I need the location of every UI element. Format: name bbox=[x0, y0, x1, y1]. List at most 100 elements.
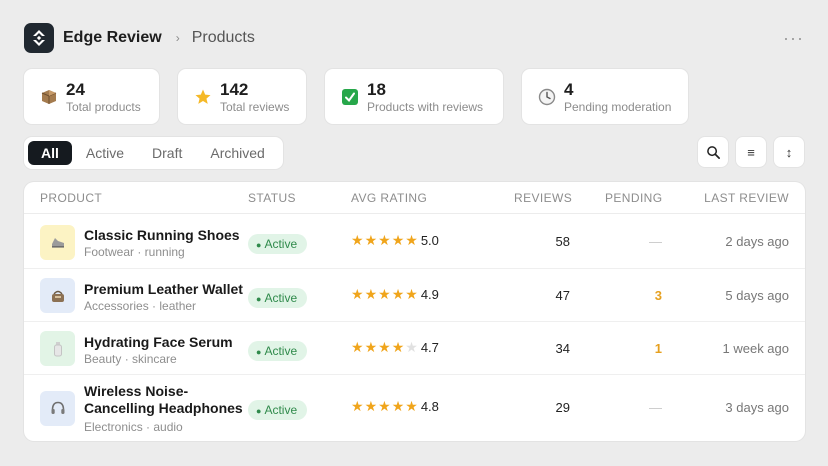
column-header-last-review[interactable]: LAST REVIEW bbox=[704, 191, 789, 205]
pending-count[interactable]: 3 bbox=[655, 288, 662, 303]
star-icon: ★ bbox=[351, 232, 365, 248]
stat-card-total-reviews: 142 Total reviews bbox=[178, 69, 306, 124]
status-label: Active bbox=[264, 290, 298, 305]
stat-label: Total reviews bbox=[220, 99, 290, 114]
table-header: PRODUCT STATUS AVG RATING REVIEWS PENDIN… bbox=[24, 182, 805, 214]
star-icon bbox=[193, 87, 213, 107]
app-name[interactable]: Edge Review bbox=[63, 29, 162, 47]
status-dot-icon: ● bbox=[256, 240, 262, 250]
headphones-icon bbox=[40, 390, 75, 426]
status-badge: ● Active bbox=[248, 400, 308, 420]
sort-icon: ↕ bbox=[785, 144, 793, 160]
star-icon: ★ bbox=[378, 232, 392, 248]
column-header-status[interactable]: STATUS bbox=[248, 191, 296, 205]
avg-rating-value: 4.9 bbox=[420, 286, 439, 302]
pending-count[interactable]: 1 bbox=[655, 341, 662, 356]
wallet-icon bbox=[40, 278, 75, 313]
app-logo-icon[interactable] bbox=[24, 23, 54, 53]
status-label: Active bbox=[264, 403, 298, 417]
bottle-icon bbox=[40, 331, 75, 366]
star-rating: ★★★★★ 4.8 bbox=[351, 398, 439, 415]
star-icon: ★ bbox=[364, 398, 379, 414]
star-icon: ★ bbox=[391, 285, 406, 302]
pending-count: — bbox=[649, 400, 662, 415]
product-name[interactable]: Classic Running Shoes bbox=[84, 227, 254, 244]
avg-rating-value: 5.0 bbox=[420, 233, 439, 248]
avg-rating-value: 4.8 bbox=[420, 399, 439, 414]
column-header-reviews[interactable]: REVIEWS bbox=[514, 191, 572, 205]
products-table: PRODUCT STATUS AVG RATING REVIEWS PENDIN… bbox=[24, 182, 805, 441]
star-icon: ★ bbox=[364, 285, 379, 302]
filter-tab-active[interactable]: Active bbox=[72, 141, 138, 165]
sort-button[interactable]: ↕ bbox=[774, 137, 804, 167]
product-name[interactable]: Premium Leather Wallet bbox=[84, 281, 254, 298]
stat-value: 24 bbox=[66, 79, 85, 99]
last-review-time: 2 days ago bbox=[725, 234, 789, 249]
status-dot-icon: ● bbox=[256, 406, 262, 416]
review-count: 47 bbox=[555, 287, 570, 303]
star-icon: ★ bbox=[364, 232, 379, 248]
filter-lines-icon: ≡ bbox=[747, 144, 755, 160]
app-root: Edge Review › Products ··· 24 Total prod… bbox=[0, 0, 828, 466]
status-badge: ● Active bbox=[248, 234, 308, 254]
product-category: Electronics · audio bbox=[84, 420, 183, 434]
status-label: Active bbox=[264, 343, 298, 358]
status-dot-icon: ● bbox=[256, 346, 262, 357]
star-icon: ★ bbox=[405, 232, 419, 248]
filter-tab-all[interactable]: All bbox=[28, 141, 72, 165]
star-icon: ★ bbox=[405, 338, 419, 355]
toolbar: ≡ ↕ bbox=[698, 137, 804, 167]
avg-rating-value: 4.7 bbox=[420, 339, 439, 355]
stat-label: Products with reviews bbox=[367, 99, 484, 114]
table-row[interactable]: Wireless Noise-Cancelling Headphones Elec… bbox=[24, 375, 805, 441]
box-icon bbox=[39, 87, 59, 107]
filter-tab-archived[interactable]: Archived bbox=[196, 141, 278, 165]
stat-card-total-products: 24 Total products bbox=[24, 69, 159, 124]
table-row[interactable]: Classic Running Shoes Footwear · running ●… bbox=[24, 215, 805, 269]
product-name[interactable]: Wireless Noise-Cancelling Headphones bbox=[84, 383, 254, 417]
search-icon bbox=[706, 145, 720, 159]
column-header-avg-rating[interactable]: AVG RATING bbox=[351, 191, 427, 205]
table-row[interactable]: Hydrating Face Serum Beauty · skincare ● Ac… bbox=[24, 322, 805, 375]
clock-icon bbox=[537, 87, 557, 107]
table-row[interactable]: Premium Leather Wallet Accessories · leat… bbox=[24, 269, 805, 322]
star-icon: ★ bbox=[351, 285, 365, 302]
product-category: Footwear · running bbox=[84, 245, 185, 259]
star-rating: ★★★★★ 4.7 bbox=[351, 339, 439, 356]
last-review-time: 5 days ago bbox=[725, 287, 789, 303]
pending-count: — bbox=[649, 234, 662, 249]
stat-value: 4 bbox=[564, 79, 574, 99]
star-icon: ★ bbox=[391, 398, 406, 414]
product-name[interactable]: Hydrating Face Serum bbox=[84, 334, 254, 351]
header: Edge Review › Products ··· bbox=[24, 22, 804, 54]
search-button[interactable] bbox=[698, 137, 728, 167]
filter-tab-draft[interactable]: Draft bbox=[138, 141, 196, 165]
shoe-icon bbox=[40, 224, 75, 260]
star-icon: ★ bbox=[364, 338, 379, 355]
stat-value: 142 bbox=[220, 79, 249, 99]
filter-button[interactable]: ≡ bbox=[736, 137, 766, 167]
status-filter-tabs: All Active Draft Archived bbox=[24, 137, 283, 169]
column-header-pending[interactable]: PENDING bbox=[605, 191, 662, 205]
check-icon bbox=[340, 87, 360, 107]
breadcrumb-separator: › bbox=[175, 31, 180, 45]
status-dot-icon: ● bbox=[256, 293, 262, 304]
star-icon: ★ bbox=[378, 338, 392, 355]
more-options-icon[interactable]: ··· bbox=[783, 29, 804, 47]
star-icon: ★ bbox=[391, 232, 406, 248]
star-icon: ★ bbox=[405, 285, 419, 302]
stat-label: Total products bbox=[66, 99, 141, 114]
star-icon: ★ bbox=[405, 398, 419, 414]
stat-value: 18 bbox=[367, 79, 386, 99]
last-review-time: 1 week ago bbox=[722, 340, 790, 356]
review-count: 58 bbox=[555, 234, 570, 249]
status-badge: ● Active bbox=[248, 287, 308, 308]
column-header-product[interactable]: PRODUCT bbox=[40, 191, 102, 205]
stats-row: 24 Total products 142 Total reviews 18 P… bbox=[24, 69, 688, 124]
star-icon: ★ bbox=[391, 338, 406, 355]
star-icon: ★ bbox=[378, 398, 392, 414]
review-count: 29 bbox=[555, 400, 570, 415]
star-icon: ★ bbox=[351, 398, 365, 414]
star-rating: ★★★★★ 4.9 bbox=[351, 286, 439, 303]
star-icon: ★ bbox=[351, 338, 365, 355]
